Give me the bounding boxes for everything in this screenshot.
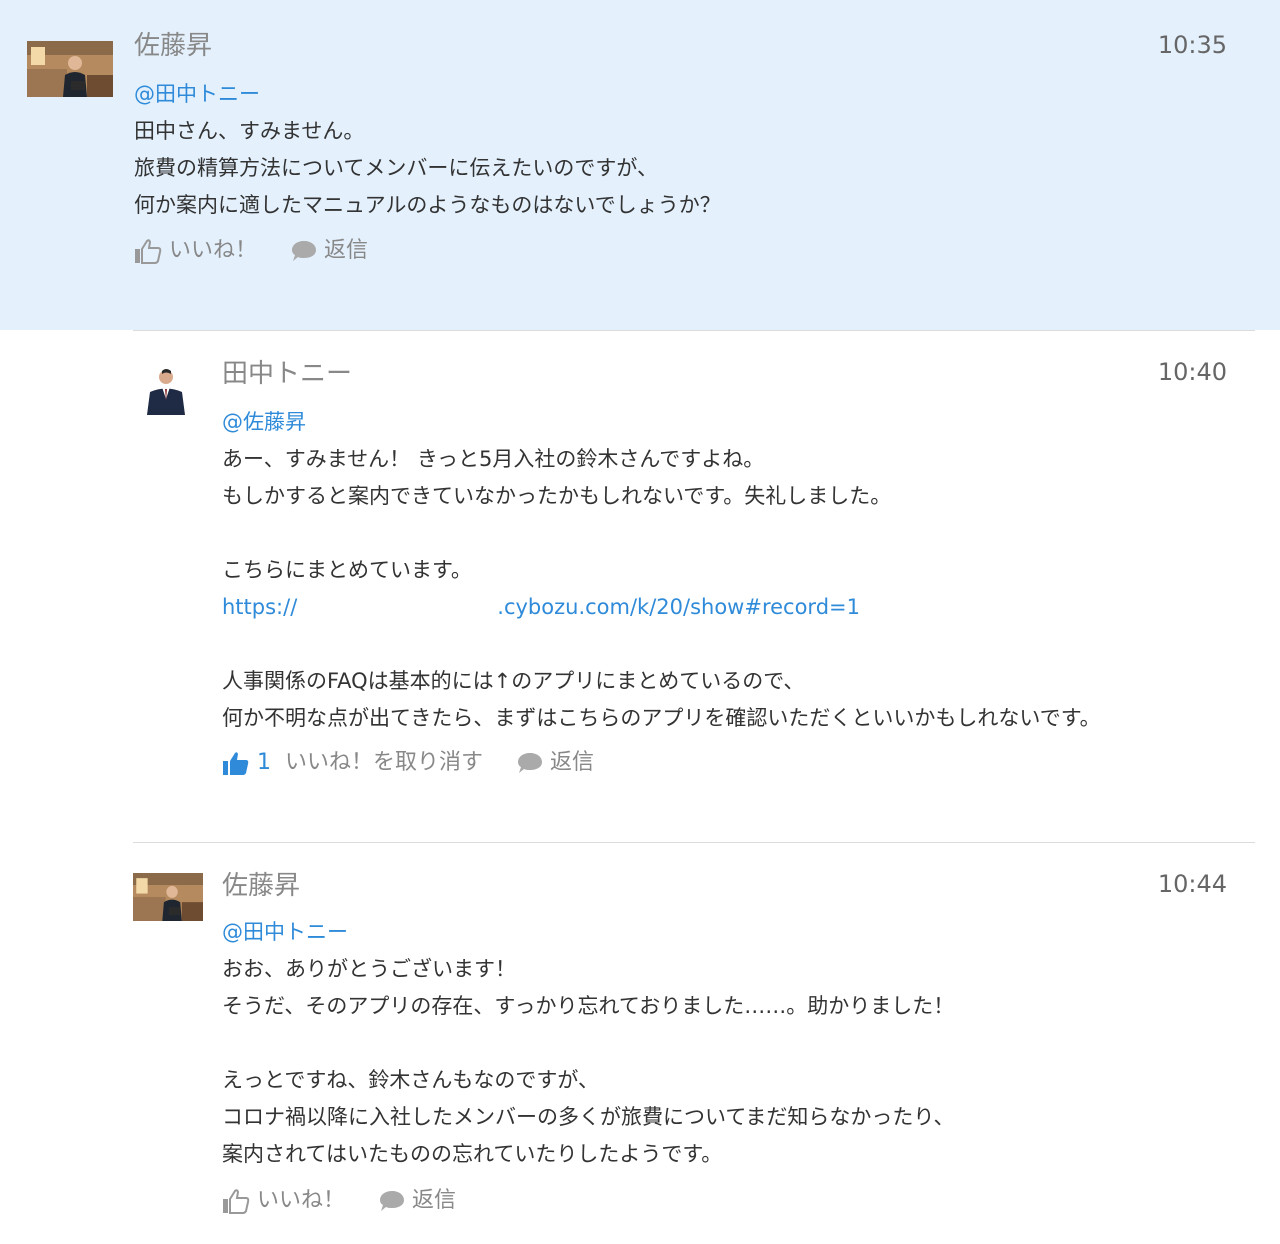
avatar-sato[interactable] bbox=[27, 41, 113, 97]
like-label: いいね！ bbox=[257, 1188, 346, 1213]
thumbs-up-icon bbox=[223, 1189, 250, 1214]
reply-label: 返信 bbox=[412, 1188, 457, 1213]
post-actions: 1 いいね！を取り消す 返信 bbox=[222, 748, 628, 778]
like-count: 1 bbox=[257, 750, 271, 775]
body-line: 人事関係のFAQは基本的には↑のアプリにまとめているので、 bbox=[222, 669, 805, 693]
body-line: 案内されてはいたものの忘れていたりしたようです。 bbox=[222, 1142, 723, 1166]
thread-root-post: 佐藤昇 10:35 @田中トニー 田中さん、すみません。 旅費の精算方法について… bbox=[0, 0, 1280, 330]
post-author[interactable]: 田中トニー bbox=[222, 359, 352, 389]
reply-post: 田中トニー 10:40 @佐藤昇 あー、すみません！ きっと5月入社の鈴木さんで… bbox=[133, 330, 1255, 843]
body-line: こちらにまとめています。 bbox=[222, 558, 472, 582]
post-timestamp[interactable]: 10:40 bbox=[1158, 357, 1227, 387]
like-button[interactable]: いいね！ bbox=[134, 236, 257, 266]
body-line: 何か不明な点が出てきたら、まずはこちらのアプリを確認いただくといいかもしれないで… bbox=[222, 706, 1101, 730]
avatar-sato[interactable] bbox=[133, 873, 203, 921]
body-line: そうだ、そのアプリの存在、すっかり忘れておりました……。助かりました！ bbox=[222, 994, 955, 1018]
link-suffix: .cybozu.com/k/20/show#record=1 bbox=[497, 595, 860, 619]
mention-link[interactable]: @佐藤昇 bbox=[222, 410, 306, 434]
post-actions: いいね！ 返信 bbox=[222, 1186, 490, 1216]
mention-link[interactable]: @田中トニー bbox=[222, 920, 348, 944]
like-button[interactable]: いいね！ bbox=[222, 1186, 345, 1216]
body-line: 旅費の精算方法についてメンバーに伝えたいのですが、 bbox=[134, 156, 658, 180]
body-line: 田中さん、すみません。 bbox=[134, 119, 365, 143]
post-timestamp[interactable]: 10:35 bbox=[1158, 30, 1227, 60]
speech-bubble-icon bbox=[292, 241, 317, 261]
post-body: @佐藤昇 あー、すみません！ きっと5月入社の鈴木さんですよね。 もしかすると案… bbox=[222, 404, 1101, 737]
post-actions: いいね！ 返信 bbox=[134, 236, 402, 266]
speech-bubble-icon bbox=[380, 1191, 405, 1211]
like-label: いいね！ bbox=[169, 238, 258, 263]
reply-button[interactable]: 返信 bbox=[379, 1186, 456, 1216]
avatar-tanaka-image bbox=[133, 359, 203, 415]
body-line: コロナ禍以降に入社したメンバーの多くが旅費についてまだ知らなかったり、 bbox=[222, 1105, 955, 1129]
record-link[interactable]: https:// .cybozu.com/k/20/show#record=1 bbox=[222, 589, 1101, 626]
unlike-label: いいね！を取り消す bbox=[285, 750, 484, 775]
body-line bbox=[222, 626, 1101, 663]
body-line bbox=[222, 515, 1101, 552]
post-timestamp[interactable]: 10:44 bbox=[1158, 869, 1227, 899]
thumbs-up-icon bbox=[223, 752, 249, 775]
avatar-tanaka[interactable] bbox=[133, 359, 203, 415]
post-body: @田中トニー おお、ありがとうございます！ そうだ、そのアプリの存在、すっかり忘… bbox=[222, 914, 954, 1173]
mention-link[interactable]: @田中トニー bbox=[134, 82, 260, 106]
body-line: もしかすると案内できていなかったかもしれないです。失礼しました。 bbox=[222, 484, 892, 508]
link-prefix: https:// bbox=[222, 595, 298, 619]
body-line: あー、すみません！ きっと5月入社の鈴木さんですよね。 bbox=[222, 447, 765, 471]
body-line: 何か案内に適したマニュアルのようなものはないでしょうか？ bbox=[134, 193, 721, 217]
reply-button[interactable]: 返信 bbox=[517, 748, 594, 778]
avatar-sato-image bbox=[27, 41, 113, 97]
reply-label: 返信 bbox=[550, 750, 595, 775]
reply-button[interactable]: 返信 bbox=[291, 236, 368, 266]
reply-label: 返信 bbox=[324, 238, 369, 263]
body-line: おお、ありがとうございます！ bbox=[222, 957, 516, 981]
avatar-sato-image bbox=[133, 873, 203, 921]
post-body: @田中トニー 田中さん、すみません。 旅費の精算方法についてメンバーに伝えたいの… bbox=[134, 76, 721, 224]
thumbs-up-icon bbox=[135, 239, 162, 264]
body-line bbox=[222, 1025, 954, 1062]
body-line: えっとですね、鈴木さんもなのですが、 bbox=[222, 1068, 599, 1092]
reply-post: 佐藤昇 10:44 @田中トニー おお、ありがとうございます！ そうだ、そのアプ… bbox=[133, 842, 1255, 1244]
speech-bubble-icon bbox=[518, 753, 543, 773]
post-author[interactable]: 佐藤昇 bbox=[222, 871, 300, 901]
unlike-button[interactable]: 1 いいね！を取り消す bbox=[222, 748, 483, 778]
post-author[interactable]: 佐藤昇 bbox=[134, 31, 212, 61]
